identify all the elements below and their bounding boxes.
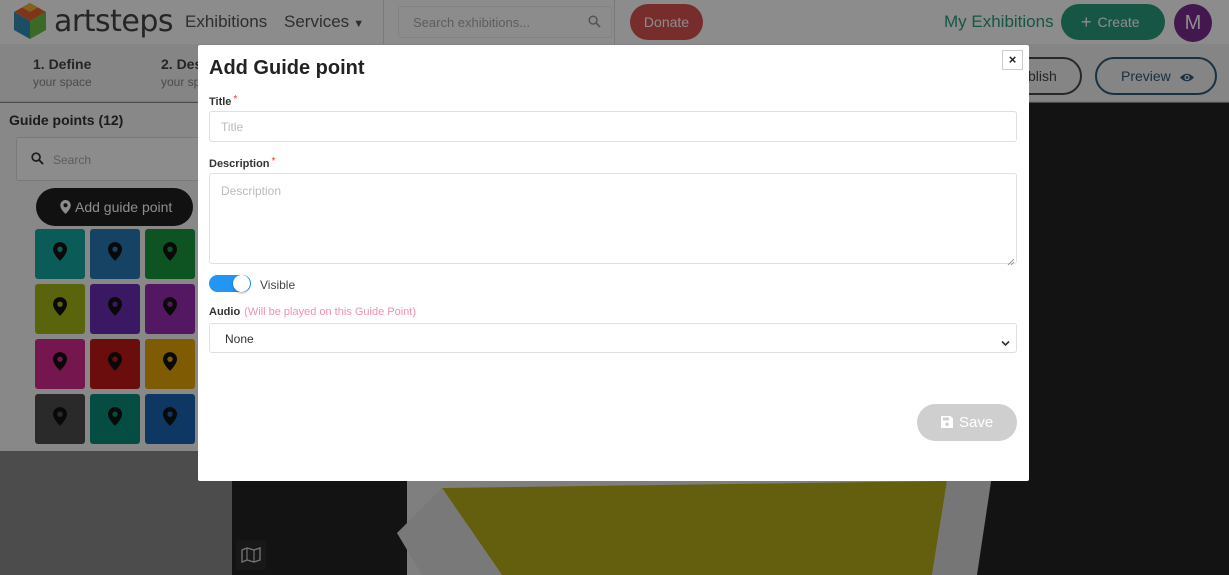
required-mark: * [233,94,238,105]
add-guide-point-modal: Add Guide point × Title* Description* Vi… [198,45,1029,481]
save-button[interactable]: Save [917,404,1017,441]
audio-select[interactable]: None [209,323,1017,353]
description-textarea[interactable] [209,173,1017,264]
description-label: Description * [209,156,275,170]
visible-label: Visible [260,278,296,292]
title-label: Title * [209,94,237,108]
audio-label: Audio (Will be played on this Guide Point… [209,306,416,318]
close-button[interactable]: × [1002,50,1023,70]
required-mark: * [271,156,276,167]
toggle-knob [233,275,250,292]
visible-toggle[interactable] [209,275,251,292]
title-label-text: Title [209,96,232,108]
chevron-down-icon [1001,334,1010,352]
audio-label-text: Audio [209,306,241,318]
resize-handle-icon[interactable] [1007,253,1015,266]
title-input[interactable] [209,111,1017,142]
audio-note: (Will be played on this Guide Point) [244,306,416,318]
description-label-text: Description [209,158,270,170]
save-label: Save [959,414,994,431]
floppy-disk-icon [940,406,954,443]
audio-selected-value: None [225,332,254,346]
modal-title: Add Guide point [209,57,365,79]
